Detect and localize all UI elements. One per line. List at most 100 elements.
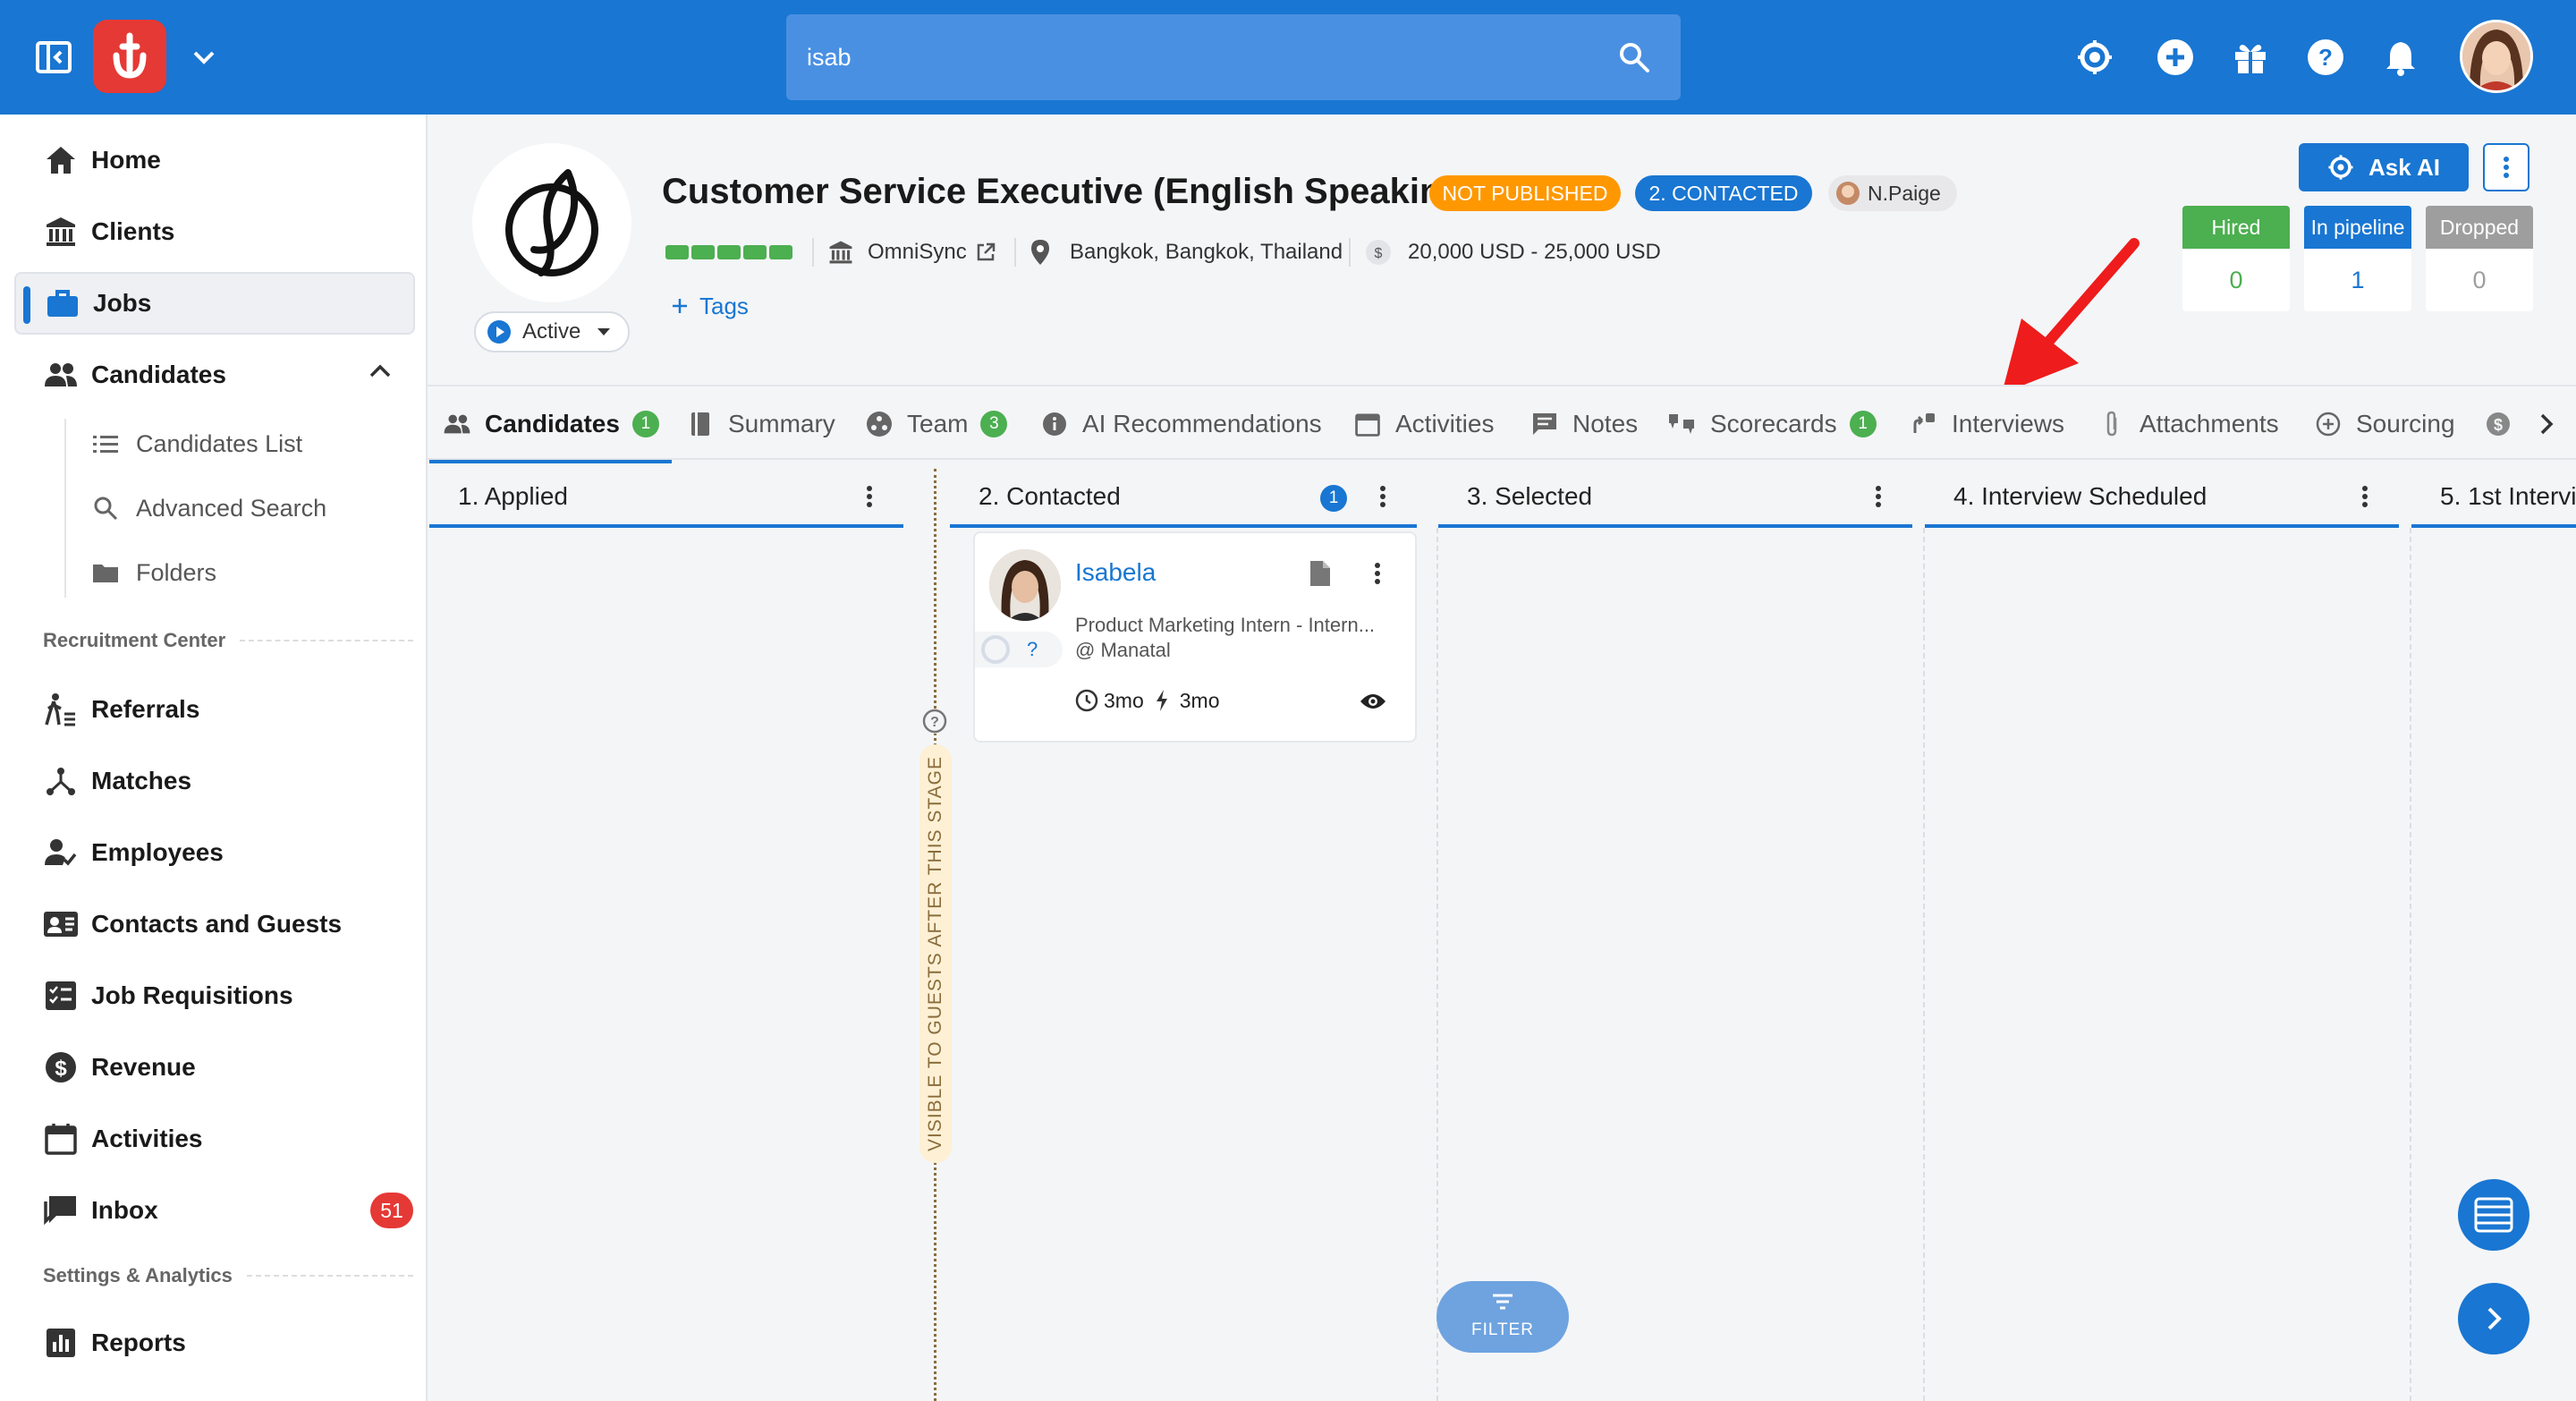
stat-dropped[interactable]: Dropped 0 [2426,206,2533,311]
add-icon[interactable] [2156,38,2195,77]
job-tabs: Candidates 1 Summary Team 3 AI Recommend… [428,385,2576,463]
tab-interviews[interactable]: Interviews [1909,386,2064,462]
tab-attachments[interactable]: Attachments [2097,386,2279,462]
tab-summary[interactable]: Summary [685,386,835,462]
stage-status-badge[interactable]: 2. CONTACTED [1635,175,1812,211]
column-header[interactable]: 4. Interview Scheduled [1925,469,2399,528]
sidebar-item-job-requisitions[interactable]: Job Requisitions [14,964,415,1027]
tab-notes[interactable]: Notes [1530,386,1638,462]
candidate-name[interactable]: Isabela [1075,558,1156,587]
sidebar-item-contacts-and-guests[interactable]: Contacts and Guests [14,893,415,955]
search-icon[interactable] [1616,39,1652,75]
sidebar-item-reports[interactable]: Reports [14,1312,415,1374]
sidebar-subitem-candidates-list[interactable]: Candidates List [89,417,302,471]
tab-count-badge: 1 [631,411,659,437]
job-salary: $ 20,000 USD - 25,000 USD [1365,234,1661,270]
contacts-icon [39,903,82,946]
tab-ai-recommendations[interactable]: AI Recommendations [1039,386,1322,462]
column-menu-icon[interactable] [1875,485,1882,508]
ask-ai-button[interactable]: Ask AI [2299,143,2469,191]
column-header[interactable]: 5. 1st Intervi [2411,469,2576,528]
svg-text:?: ? [930,715,939,730]
eye-icon[interactable] [1360,692,1386,710]
tab-team[interactable]: Team 3 [864,386,1008,462]
sidebar-item-inbox[interactable]: Inbox 51 [14,1179,415,1242]
gift-icon[interactable] [2231,38,2270,77]
column-divider [1923,528,1925,1401]
sidebar-item-label: Candidates [91,361,226,388]
sourcing-icon [2313,409,2343,439]
chevron-up-icon[interactable] [369,363,392,379]
candidate-company: @ Manatal [1075,639,1171,661]
tab-scorecards[interactable]: Scorecards 1 [1667,386,1877,462]
sidebar-item-jobs[interactable]: Jobs [14,272,415,335]
help-icon[interactable]: ? [2306,38,2345,77]
column-header[interactable]: 3. Selected [1438,469,1912,528]
chevron-down-icon[interactable] [188,41,220,73]
sidebar-toggle-icon[interactable] [34,39,73,75]
people-icon [39,353,82,396]
owner-chip[interactable]: N.Paige [1828,175,1957,211]
resume-icon[interactable] [1309,560,1331,587]
sidebar-item-candidates[interactable]: Candidates [14,344,415,406]
candidate-avatar [989,549,1061,621]
svg-text:$: $ [1375,246,1383,261]
card-menu-icon[interactable] [1374,562,1381,585]
filter-button[interactable]: FILTER [1436,1281,1569,1353]
play-icon [487,319,512,344]
search-bar[interactable]: isab [786,14,1681,100]
sidebar-item-revenue[interactable]: $ Revenue [14,1036,415,1099]
sidebar-item-matches[interactable]: Matches [14,750,415,812]
sidebar-subitem-folders[interactable]: Folders [89,546,216,599]
help-circle-icon[interactable]: ? [922,709,947,734]
column-divider [1436,528,1438,1401]
sidebar-item-activities[interactable]: Activities [14,1108,415,1170]
clock-icon [1075,689,1098,712]
add-tags-button[interactable]: Tags [671,288,749,324]
bell-icon[interactable] [2381,38,2420,77]
stat-in-pipeline[interactable]: In pipeline 1 [2304,206,2411,311]
column-header[interactable]: 2. Contacted 1 [950,469,1417,528]
sidebar-item-clients[interactable]: Clients [14,200,415,263]
search-input[interactable]: isab [807,14,852,100]
sidebar-item-home[interactable]: Home [14,129,415,191]
candidate-role: Product Marketing Intern - Intern... [1075,614,1376,636]
next-stage-button[interactable] [2458,1283,2529,1354]
external-link-icon[interactable] [976,242,996,262]
sidebar-item-label: Matches [91,767,192,794]
stat-hired[interactable]: Hired 0 [2182,206,2290,311]
sidebar-item-referrals[interactable]: Referrals [14,678,415,741]
column-menu-icon[interactable] [866,485,873,508]
candidate-card[interactable]: ? Isabela Product Marketing Intern - Int… [973,531,1417,743]
matches-icon [39,760,82,802]
tab-sourcing[interactable]: Sourcing [2313,386,2455,462]
people-icon [442,409,472,439]
salary-icon: $ [1365,239,1392,266]
more-options-button[interactable] [2483,143,2529,191]
tabs-scroll-right-icon[interactable] [2538,386,2555,462]
rating-indicator[interactable]: ? [975,632,1063,667]
sidebar-item-employees[interactable]: Employees [14,821,415,884]
tab-count-badge: 1 [1849,411,1877,437]
column-menu-icon[interactable] [1379,485,1386,508]
sidebar-subitem-label: Folders [136,558,217,586]
tab-candidates[interactable]: Candidates 1 [429,386,672,463]
view-toggle-button[interactable] [2458,1179,2529,1251]
folder-icon [89,556,122,589]
column-menu-icon[interactable] [2361,485,2368,508]
user-avatar[interactable] [2460,20,2533,93]
calendar-icon [39,1117,82,1160]
bolt-icon [1155,689,1169,712]
column-header[interactable]: 1. Applied [429,469,903,528]
meta-divider [812,238,814,267]
guest-visibility-label: VISIBLE TO GUESTS AFTER THIS STAGE [925,755,945,1152]
manatal-logo-icon[interactable] [93,20,166,93]
job-status-dropdown[interactable]: Active [474,311,630,352]
sidebar-subitem-advanced-search[interactable]: Advanced Search [89,481,326,535]
job-client[interactable]: OmniSync [828,234,996,270]
tab-revenue[interactable]: $ [2483,386,2526,462]
publish-status-badge[interactable]: NOT PUBLISHED [1429,175,1621,211]
tab-activities[interactable]: Activities [1352,386,1494,462]
ai-icon[interactable] [2075,38,2114,77]
referral-icon [39,688,82,731]
